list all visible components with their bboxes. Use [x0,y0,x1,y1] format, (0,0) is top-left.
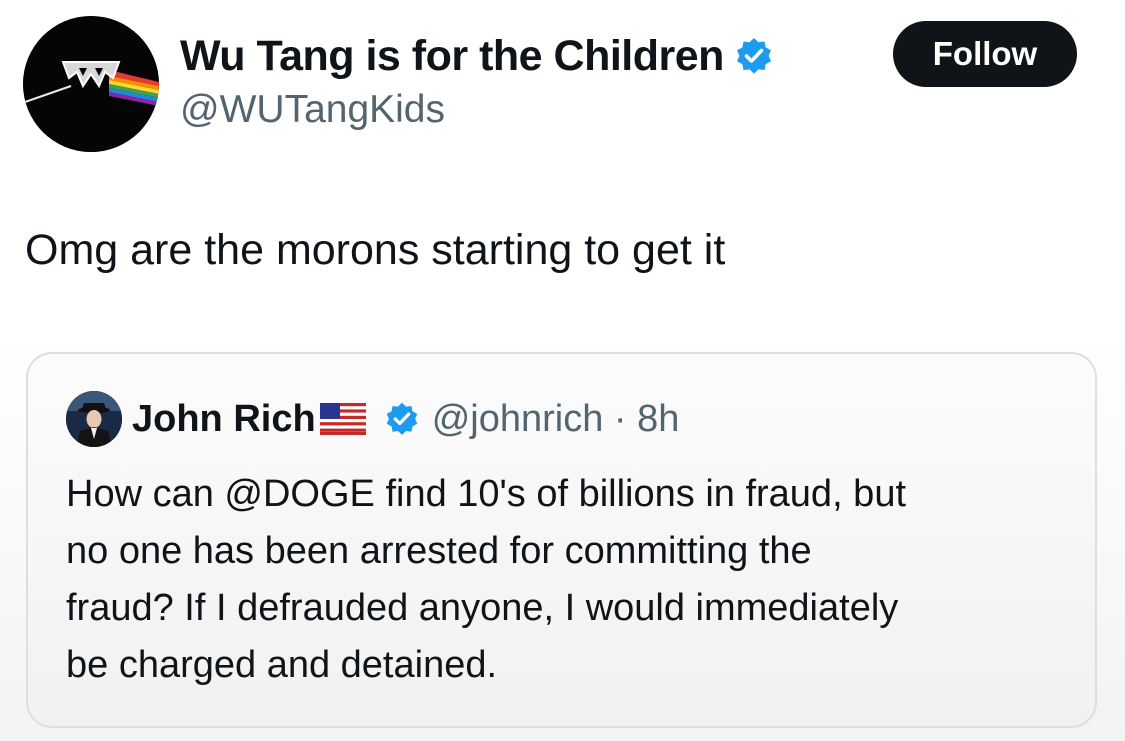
quote-text-line: fraud? If I defrauded anyone, I would im… [66,587,899,629]
tweet-card: Wu Tang is for the Children @WUTangKids … [0,0,1125,741]
author-handle[interactable]: @WUTangKids [180,88,445,132]
quote-text-line: no one has been arrested for committing … [66,530,812,572]
quote-text-line: How can @DOGE find 10's of billions in f… [66,473,907,515]
us-flag-icon [319,403,366,435]
quote-text: How can @DOGE find 10's of billions in f… [66,466,1076,694]
tweet-text: Omg are the morons starting to get it [25,226,726,274]
quoted-tweet-card[interactable]: John Rich @johnrich · 8h How can @DOGE f… [26,352,1097,728]
quote-text-line: be charged and detained. [66,644,498,686]
follow-button[interactable]: Follow [893,21,1077,87]
verified-badge-icon [734,36,774,76]
author-avatar[interactable] [23,16,159,152]
quote-header: John Rich @johnrich · 8h [66,390,679,448]
quote-handle-time[interactable]: @johnrich · 8h [432,398,680,441]
quote-author-avatar[interactable] [66,391,122,447]
author-name[interactable]: Wu Tang is for the Children [180,32,724,81]
quote-verified-badge-icon [384,401,420,437]
author-name-row: Wu Tang is for the Children [180,30,774,82]
author-avatar-image [23,16,159,152]
quote-author-name[interactable]: John Rich [132,398,316,441]
